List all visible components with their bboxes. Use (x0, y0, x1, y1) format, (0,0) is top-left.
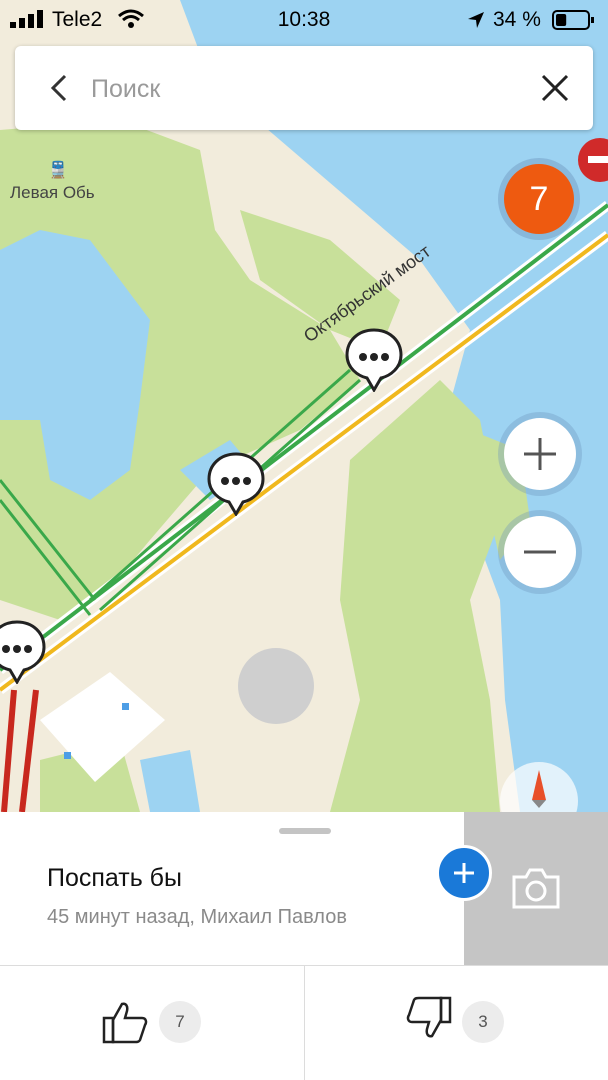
compass-button[interactable] (500, 762, 578, 812)
add-comment-button[interactable] (436, 845, 492, 901)
cluster-count: 7 (504, 164, 574, 234)
like-count: 7 (159, 1001, 201, 1043)
compass-icon (532, 770, 546, 808)
event-sheet[interactable]: Поспать бы 45 минут назад, Михаил Павлов… (0, 812, 608, 1080)
battery-percent: 34 % (493, 8, 541, 31)
event-meta: 45 минут назад, Михаил Павлов (47, 906, 347, 928)
thumbs-down-icon (406, 996, 452, 1038)
event-title: Поспать бы (47, 864, 182, 892)
plus-icon (524, 438, 556, 470)
search-bar[interactable]: Поиск (15, 46, 593, 130)
status-bar: Tele2 10:38 34 % (0, 0, 608, 38)
event-marker-icon[interactable] (345, 328, 403, 392)
camera-icon (512, 868, 560, 909)
event-cluster[interactable]: 7 (498, 158, 580, 240)
divider (304, 966, 305, 1080)
plus-icon (454, 863, 474, 883)
train-station-icon: 🚆 (48, 162, 68, 179)
minus-icon (524, 550, 556, 554)
sheet-grabber[interactable] (279, 828, 331, 834)
zoom-out-button[interactable] (498, 510, 582, 594)
zoom-in-button[interactable] (498, 412, 582, 496)
like-button[interactable]: 7 (102, 996, 212, 1046)
place-label: Левая Обь (10, 183, 95, 202)
battery-icon (552, 10, 594, 30)
event-marker-icon[interactable] (0, 620, 46, 684)
search-input[interactable]: Поиск (91, 75, 160, 104)
dislike-button[interactable]: 3 (406, 996, 516, 1046)
close-icon[interactable] (535, 68, 575, 108)
thumbs-up-icon (102, 1002, 148, 1044)
dislike-count: 3 (462, 1001, 504, 1043)
event-marker-icon[interactable] (207, 452, 265, 516)
chevron-left-icon[interactable] (43, 70, 79, 106)
location-arrow-icon (468, 12, 484, 28)
